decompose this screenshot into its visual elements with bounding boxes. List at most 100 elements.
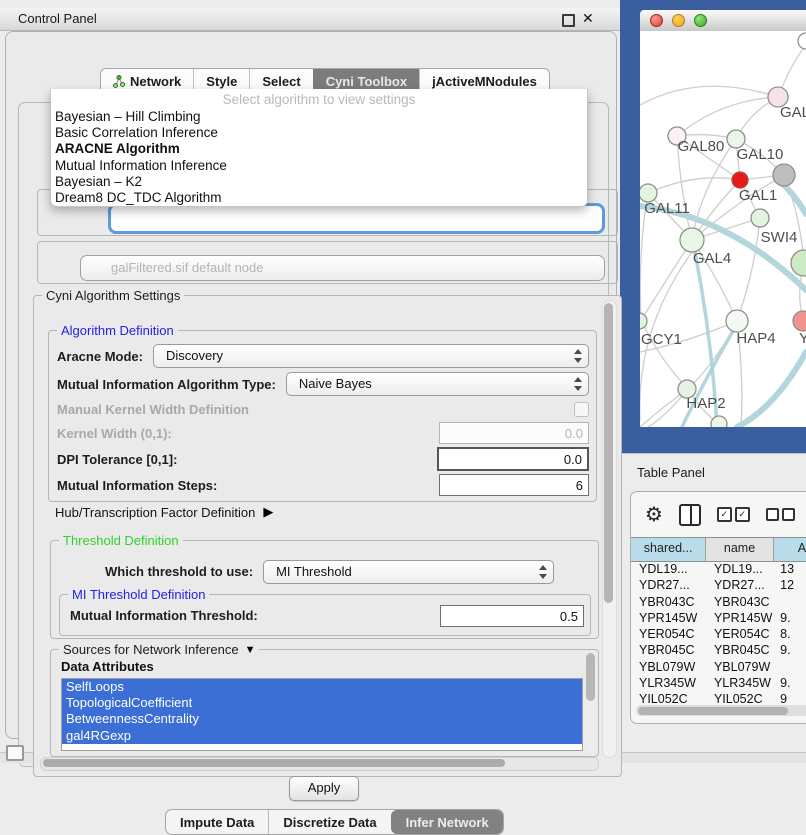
apply-button[interactable]: Apply (289, 776, 359, 801)
table-cell: 9. (774, 610, 806, 626)
bottom-tab-discretize-data[interactable]: Discretize Data (268, 810, 390, 834)
network-edge[interactable] (737, 218, 760, 321)
column-header-a[interactable]: A (774, 538, 806, 561)
network-node[interactable] (791, 250, 806, 276)
kernel-width-field (439, 422, 589, 444)
scrollbar-thumb[interactable] (43, 759, 505, 767)
mi-algorithm-type-select[interactable]: Naive Bayes (286, 372, 589, 396)
table-cell: YER054C (706, 626, 774, 642)
table-row[interactable]: YDL19...YDL19...13 (631, 561, 806, 577)
column-header-shared[interactable]: shared... (631, 538, 706, 561)
select-all-icon[interactable]: ✓ ✓ (717, 507, 750, 522)
dropdown-item-basic-correlation-inference[interactable]: Basic Correlation Inference (51, 125, 587, 141)
table-row[interactable]: YER054CYER054C8. (631, 626, 806, 642)
network-node[interactable] (751, 209, 769, 227)
dropdown-item-bayesian-hill-climbing[interactable]: Bayesian – Hill Climbing (51, 109, 587, 125)
dropdown-item-bayesian-k2[interactable]: Bayesian – K2 (51, 174, 587, 190)
threshold-definition-group: Threshold Definition Which threshold to … (50, 540, 599, 639)
minimized-panel-icon[interactable] (6, 745, 24, 761)
network-edge[interactable] (648, 178, 740, 193)
float-window-icon[interactable] (562, 14, 575, 27)
close-traffic-light-icon[interactable] (650, 14, 663, 27)
table-cell: YPR145W (631, 610, 706, 626)
attribute-item-selfloops[interactable]: SelfLoops (62, 679, 582, 695)
kernel-width-label: Kernel Width (0,1): (57, 426, 172, 441)
network-node[interactable] (726, 310, 748, 332)
scrollbar-thumb[interactable] (604, 303, 613, 603)
gear-icon[interactable]: ⚙ (645, 505, 663, 525)
network-node[interactable] (798, 33, 806, 49)
dpi-tolerance-field[interactable] (437, 447, 589, 471)
column-header-name[interactable]: name (706, 538, 774, 561)
node-label-gal80: GAL80 (678, 138, 725, 155)
table-cell: 12 (774, 577, 806, 593)
attributes-scrollbar[interactable] (585, 652, 596, 753)
network-node[interactable] (773, 164, 795, 186)
table-row[interactable]: YLR345WYLR345W9. (631, 675, 806, 691)
network-node[interactable] (680, 228, 704, 252)
table-row[interactable]: YDR27...YDR27...12 (631, 577, 806, 593)
deselect-all-icon[interactable] (766, 508, 795, 521)
mi-threshold-group: MI Threshold Definition Mutual Informati… (59, 594, 591, 636)
manual-kernel-row: Manual Kernel Width Definition (57, 402, 589, 417)
attribute-item-topologicalcoefficient[interactable]: TopologicalCoefficient (62, 695, 582, 711)
hub-definition-expander[interactable]: Hub/Transcription Factor Definition ▶ (55, 504, 273, 520)
data-attributes-list[interactable]: SelfLoopsTopologicalCoefficientBetweenne… (61, 678, 583, 751)
table-cell: YLR345W (631, 675, 706, 691)
settings-horizontal-scrollbar[interactable] (40, 757, 599, 771)
collapse-down-icon[interactable]: ▼ (245, 644, 256, 656)
which-threshold-select[interactable]: MI Threshold (263, 560, 554, 584)
table-source-combobox[interactable]: galFiltered.sif default node (80, 255, 605, 281)
table-row[interactable]: YBR043CYBR043C (631, 594, 806, 610)
dropdown-item-mutual-information-inference[interactable]: Mutual Information Inference (51, 158, 587, 174)
table-horizontal-scrollbar[interactable] (636, 705, 806, 716)
scrollbar-thumb[interactable] (586, 653, 595, 701)
mi-steps-row: Mutual Information Steps: (57, 474, 589, 496)
which-threshold-value: MI Threshold (276, 564, 352, 579)
bottom-tab-infer-network[interactable]: Infer Network (391, 810, 503, 834)
bottom-tab-impute-data[interactable]: Impute Data (166, 810, 268, 834)
network-node[interactable] (711, 416, 727, 427)
network-edge[interactable] (641, 240, 692, 320)
network-window-titlebar[interactable] (640, 10, 806, 32)
expand-right-icon[interactable]: ▶ (263, 504, 273, 520)
table-cell: YDR27... (706, 577, 774, 593)
manual-kernel-checkbox[interactable] (574, 402, 589, 417)
columns-icon[interactable] (679, 504, 701, 526)
dpi-tolerance-row: DPI Tolerance [0,1]: (57, 448, 589, 470)
attribute-item-gal4rgexp[interactable]: gal4RGexp (62, 728, 582, 744)
network-edge[interactable] (737, 352, 806, 427)
cyni-algorithm-settings-group: Cyni Algorithm Settings Algorithm Defini… (33, 295, 622, 777)
scrollbar-thumb[interactable] (638, 707, 788, 715)
network-canvas[interactable]: GALGAL80GAL10GAL1GAL11SWI4GAL4GCY1HAP4YH… (640, 31, 806, 427)
network-node[interactable] (732, 172, 748, 188)
mi-algorithm-type-value: Naive Bayes (299, 376, 372, 391)
network-node[interactable] (640, 313, 647, 329)
dropdown-item-aracne-algorithm[interactable]: ARACNE Algorithm (51, 141, 587, 157)
mi-threshold-field[interactable] (440, 605, 584, 627)
network-edge[interactable] (682, 331, 733, 427)
algorithm-combobox-focused[interactable] (108, 203, 605, 234)
minimize-traffic-light-icon[interactable] (672, 14, 685, 27)
aracne-mode-value: Discovery (166, 348, 223, 363)
node-label-swi4: SWI4 (761, 229, 798, 246)
network-edge[interactable] (677, 97, 778, 136)
zoom-traffic-light-icon[interactable] (694, 14, 707, 27)
table-cell: YDR27... (631, 577, 706, 593)
settings-vertical-scrollbar[interactable] (602, 300, 617, 758)
aracne-mode-select[interactable]: Discovery (153, 344, 589, 368)
table-row[interactable]: YBR045CYBR045C9. (631, 642, 806, 658)
mi-threshold-title: MI Threshold Definition (68, 587, 209, 602)
network-node[interactable] (793, 311, 806, 331)
spinner-arrows-icon (573, 349, 582, 363)
dropdown-item-dream8-dc-tdc-algorithm[interactable]: Dream8 DC_TDC Algorithm (51, 190, 587, 206)
table-row[interactable]: YBL079WYBL079W (631, 659, 806, 675)
control-panel: galFiltered.sif default node Cyni Algori… (5, 31, 617, 739)
close-icon[interactable]: ✕ (582, 10, 594, 27)
network-edge[interactable] (640, 206, 806, 290)
mi-steps-field[interactable] (439, 474, 589, 496)
table-toolbar: ⚙ ✓ ✓ (631, 492, 806, 537)
attribute-item-betweennesscentrality[interactable]: BetweennessCentrality (62, 711, 582, 727)
table-row[interactable]: YPR145WYPR145W9. (631, 610, 806, 626)
network-edge[interactable] (640, 86, 778, 105)
